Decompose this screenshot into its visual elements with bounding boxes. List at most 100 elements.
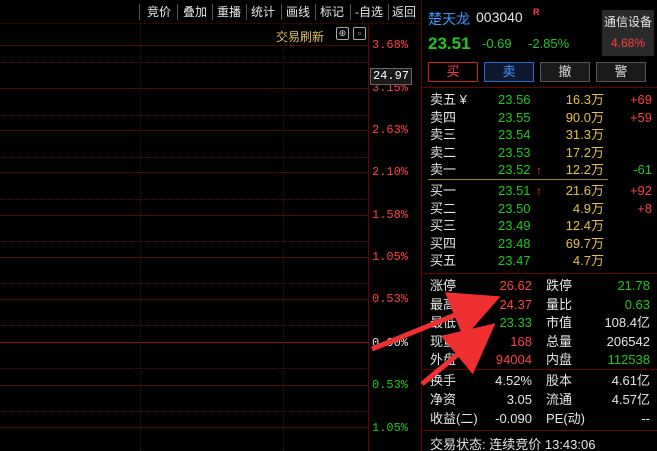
bid-price: 23.48	[498, 235, 531, 251]
bid-row[interactable]: 买四 23.48 69.7万	[422, 235, 657, 253]
stat-value: 206542	[606, 333, 650, 349]
toolbar-separator	[212, 4, 213, 20]
trade-buttons: 买 卖 撤 警	[426, 62, 656, 84]
ask-row[interactable]: 卖一 23.52 ↑ 12.2万 -61	[422, 161, 657, 179]
y-tick-label: 1.05%	[372, 250, 409, 264]
toolbar-auction-button[interactable]: 竞价	[144, 3, 174, 21]
up-arrow-icon: ↑	[536, 184, 542, 198]
sector-name: 通信设备	[603, 15, 652, 29]
expand-icon[interactable]: ⊕	[336, 27, 349, 40]
price-change-pct: -2.85%	[528, 36, 570, 51]
ask-price: 23.53	[498, 144, 531, 160]
stat-value: 23.33	[499, 315, 532, 330]
spread-divider	[428, 179, 608, 180]
stat-label: 内盘	[546, 352, 573, 367]
grid-hline	[0, 427, 369, 428]
bid-volume: 21.6万	[565, 183, 604, 198]
ask-row[interactable]: 卖三 23.54 31.3万	[422, 126, 657, 144]
y-tick-label: 0.00%	[372, 336, 409, 350]
bid-price: 23.51	[498, 183, 531, 198]
bid-row[interactable]: 买二 23.50 4.9万 +8	[422, 200, 657, 218]
ask-row[interactable]: 卖四 23.55 90.0万 +59	[422, 109, 657, 127]
grid-hline	[0, 241, 369, 242]
grid-hline	[0, 62, 369, 63]
toolbar-mark-button[interactable]: 标记	[317, 3, 347, 21]
stat-label: 股本	[546, 373, 573, 388]
grid-hline	[0, 115, 369, 116]
grid-hline	[0, 45, 369, 46]
bid-row[interactable]: 买一 23.51 ↑ 21.6万 +92	[422, 182, 657, 200]
y-tick-label: 1.58%	[372, 208, 409, 222]
toolbar-draw-button[interactable]: 画线	[283, 3, 313, 21]
price-alert-button[interactable]: 警	[596, 62, 646, 82]
toolbar-separator	[246, 4, 247, 20]
divider	[422, 430, 657, 431]
top-toolbar: 竞价 叠加 重播 统计 画线 标记 -自选 返回	[0, 0, 420, 24]
grid-hline	[0, 283, 369, 284]
toolbar-replay-button[interactable]: 重播	[214, 3, 244, 21]
grid-hline	[0, 325, 369, 326]
toolbar-separator	[350, 4, 351, 20]
bid-level-label: 买二	[430, 200, 457, 216]
ask-price: 23.54	[498, 127, 531, 142]
ask-price: 23.55	[498, 109, 531, 125]
bid-level-label: 买三	[430, 218, 457, 233]
divider	[422, 273, 657, 274]
stat-value: 168	[510, 333, 532, 349]
stat-value: 108.4亿	[604, 315, 650, 330]
stat-value: --	[641, 411, 650, 426]
stat-label: 流通	[546, 392, 573, 407]
bid-volume: 4.9万	[572, 200, 604, 216]
ask-volume: 17.2万	[565, 144, 604, 160]
stat-label: 量比	[546, 296, 573, 312]
toolbar-back-button[interactable]: 返回	[390, 3, 418, 21]
divider	[422, 369, 657, 370]
grid-hline	[0, 257, 369, 258]
grid-hline	[0, 88, 369, 89]
ask-volume: 90.0万	[565, 109, 604, 125]
collapse-icon[interactable]: ▫	[353, 27, 366, 40]
cancel-order-button[interactable]: 撤	[540, 62, 590, 82]
y-tick-label: 1.05%	[372, 421, 409, 435]
ask-level-label: 卖一	[430, 162, 457, 177]
stock-code: 003040	[476, 9, 523, 25]
ask-level-label: 卖三	[430, 127, 457, 142]
toolbar-separator	[139, 4, 140, 20]
stat-value: 3.05	[506, 392, 532, 407]
ask-row[interactable]: 卖五 ¥ 23.56 16.3万 +69	[422, 91, 657, 109]
y-tick-label: 0.53%	[372, 292, 409, 306]
ask-level-label: 卖二	[430, 144, 457, 160]
ask-price: 23.56	[498, 92, 531, 107]
bid-row[interactable]: 买三 23.49 12.4万	[422, 217, 657, 235]
grid-hline	[0, 130, 369, 131]
sell-button[interactable]: 卖	[484, 62, 534, 82]
stat-label: 现量	[430, 333, 457, 349]
intraday-chart[interactable]: 交易刷新 ⊕ ▫	[0, 25, 369, 451]
toolbar-stats-button[interactable]: 统计	[248, 3, 278, 21]
toolbar-overlay-button[interactable]: 叠加	[180, 3, 210, 21]
stock-name[interactable]: 楚天龙	[428, 9, 470, 29]
grid-hline	[0, 368, 369, 369]
bid-volume: 69.7万	[565, 235, 604, 251]
grid-hline	[0, 199, 369, 200]
toolbar-remove-watchlist-button[interactable]: -自选	[352, 3, 386, 21]
ask-delta: +69	[629, 92, 652, 107]
ask-row[interactable]: 卖二 23.53 17.2万	[422, 144, 657, 162]
toolbar-separator	[388, 4, 389, 20]
stat-label: 外盘	[430, 352, 457, 367]
stat-label: 跌停	[546, 278, 573, 293]
sector-box[interactable]: 通信设备 4.68%	[602, 10, 654, 56]
stat-value: 4.57亿	[611, 392, 650, 407]
trade-status: 交易状态: 连续竞价 13:43:06	[430, 437, 596, 451]
up-arrow-icon: ↑	[536, 163, 542, 177]
baseline-hline	[0, 342, 369, 343]
y-tick-label: 0.53%	[372, 378, 409, 392]
sector-pct: 4.68%	[610, 36, 646, 50]
grid-hline	[0, 215, 369, 216]
grid-hline	[0, 172, 369, 173]
stat-label: 涨停	[430, 278, 457, 293]
buy-button[interactable]: 买	[428, 62, 478, 82]
bid-delta: +92	[629, 183, 652, 198]
ask-level-label: 卖四	[430, 109, 457, 125]
bid-row[interactable]: 买五 23.47 4.7万	[422, 252, 657, 270]
